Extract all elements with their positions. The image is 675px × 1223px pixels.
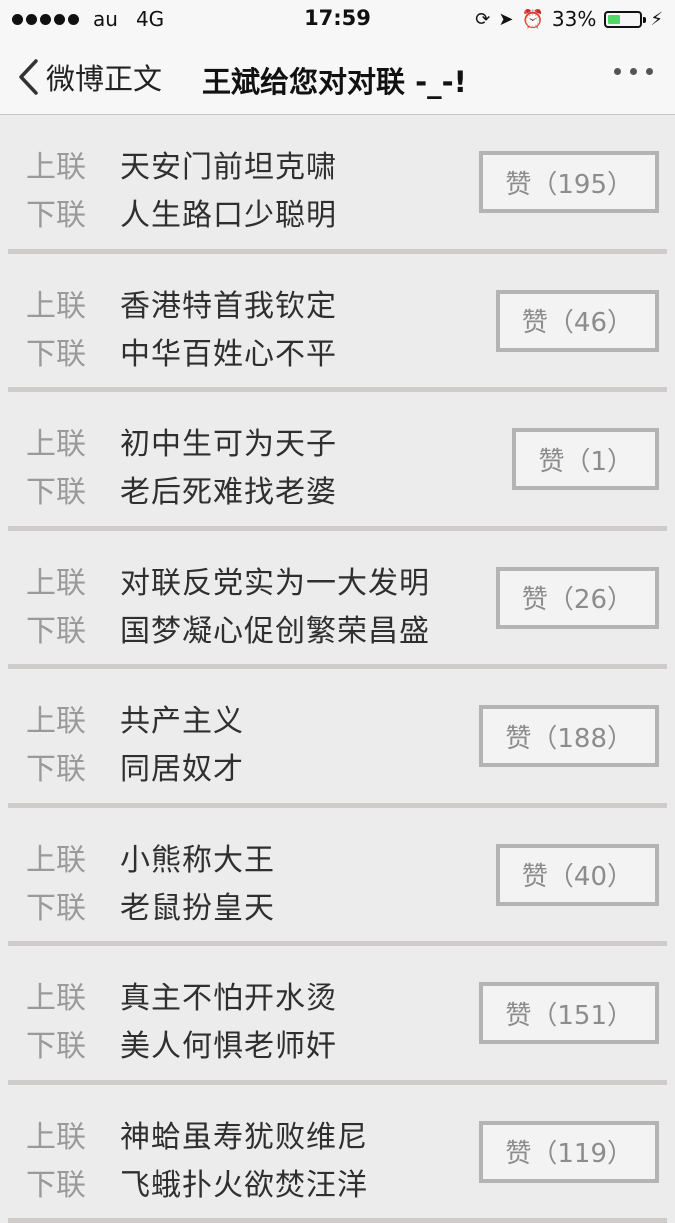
location-arrow-icon: ➤ <box>498 9 513 30</box>
back-button[interactable]: 微博正文 <box>16 56 162 98</box>
like-button[interactable]: 赞（119） <box>479 1121 659 1183</box>
lower-line: 下联飞蛾扑火欲焚汪洋 <box>26 1160 368 1204</box>
upper-line: 上联对联反党实为一大发明 <box>26 558 430 602</box>
upper-label: 上联 <box>26 835 120 879</box>
lower-label: 下联 <box>26 606 120 650</box>
lower-line: 下联中华百姓心不平 <box>26 329 337 373</box>
status-bar: au 4G 17:59 ⟳ ➤ ⏰ 33% ⚡ <box>0 0 675 38</box>
lower-label: 下联 <box>26 190 120 234</box>
upper-line: 上联神蛤虽寿犹败维尼 <box>26 1112 368 1156</box>
lower-verse: 老后死难找老婆 <box>120 467 337 511</box>
couplet-item: 上联初中生可为天子下联老后死难找老婆 赞（1） <box>8 392 667 531</box>
upper-label: 上联 <box>26 142 120 186</box>
lower-label: 下联 <box>26 744 120 788</box>
upper-label: 上联 <box>26 696 120 740</box>
couplet-item: 上联真主不怕开水烫下联美人何惧老师奸 赞（151） <box>8 946 667 1085</box>
upper-line: 上联天安门前坦克啸 <box>26 142 337 186</box>
couplet-list: 上联天安门前坦克啸下联人生路口少聪明赞（195）上联香港特首我钦定下联中华百姓心… <box>0 115 675 1223</box>
like-button[interactable]: 赞（46） <box>496 290 659 352</box>
lower-line: 下联美人何惧老师奸 <box>26 1021 337 1065</box>
charging-bolt-icon: ⚡ <box>650 9 663 30</box>
upper-verse: 香港特首我钦定 <box>120 281 337 325</box>
chevron-left-icon <box>16 58 42 96</box>
lower-verse: 同居奴才 <box>120 744 244 788</box>
upper-line: 上联香港特首我钦定 <box>26 281 337 325</box>
battery-icon <box>604 11 642 28</box>
upper-label: 上联 <box>26 558 120 602</box>
upper-label: 上联 <box>26 1112 120 1156</box>
upper-verse: 天安门前坦克啸 <box>120 142 337 186</box>
couplet-item: 上联小熊称大王下联老鼠扮皇天 赞（40） <box>8 808 667 947</box>
like-button[interactable]: 赞（195） <box>479 151 659 213</box>
lower-verse: 美人何惧老师奸 <box>120 1021 337 1065</box>
upper-verse: 小熊称大王 <box>120 835 275 879</box>
lower-verse: 人生路口少聪明 <box>120 190 337 234</box>
upper-line: 上联真主不怕开水烫 <box>26 973 337 1017</box>
upper-line: 上联初中生可为天子 <box>26 419 337 463</box>
upper-label: 上联 <box>26 281 120 325</box>
upper-verse: 神蛤虽寿犹败维尼 <box>120 1112 368 1156</box>
lower-label: 下联 <box>26 1160 120 1204</box>
navigation-bar: 微博正文 王斌给您对对联 -_-! <box>0 38 675 115</box>
like-button[interactable]: 赞（1） <box>512 428 659 490</box>
like-button[interactable]: 赞（151） <box>479 982 659 1044</box>
alarm-clock-icon: ⏰ <box>521 9 543 30</box>
battery-percent: 33% <box>552 7 596 31</box>
lower-label: 下联 <box>26 883 120 927</box>
couplet-item: 上联神蛤虽寿犹败维尼下联飞蛾扑火欲焚汪洋 赞（119） <box>8 1085 667 1223</box>
upper-verse: 对联反党实为一大发明 <box>120 558 430 602</box>
more-options-icon[interactable] <box>614 68 653 75</box>
rotation-lock-icon: ⟳ <box>475 9 490 30</box>
lower-label: 下联 <box>26 1021 120 1065</box>
upper-line: 上联小熊称大王 <box>26 835 275 879</box>
lower-verse: 飞蛾扑火欲焚汪洋 <box>120 1160 368 1204</box>
couplet-item: 上联共产主义下联同居奴才 赞（188） <box>8 669 667 808</box>
couplet-item: 上联天安门前坦克啸下联人生路口少聪明 赞（195） <box>8 115 667 254</box>
lower-label: 下联 <box>26 467 120 511</box>
lower-line: 下联同居奴才 <box>26 744 244 788</box>
lower-line: 下联老后死难找老婆 <box>26 467 337 511</box>
back-label: 微博正文 <box>46 56 162 98</box>
couplet-item: 上联对联反党实为一大发明下联国梦凝心促创繁荣昌盛 赞（26） <box>8 531 667 670</box>
lower-verse: 中华百姓心不平 <box>120 329 337 373</box>
upper-line: 上联共产主义 <box>26 696 244 740</box>
lower-line: 下联人生路口少聪明 <box>26 190 337 234</box>
lower-verse: 老鼠扮皇天 <box>120 883 275 927</box>
couplet-item: 上联香港特首我钦定下联中华百姓心不平 赞（46） <box>8 254 667 393</box>
lower-line: 下联老鼠扮皇天 <box>26 883 275 927</box>
upper-label: 上联 <box>26 419 120 463</box>
lower-verse: 国梦凝心促创繁荣昌盛 <box>120 606 430 650</box>
like-button[interactable]: 赞（26） <box>496 567 659 629</box>
lower-line: 下联国梦凝心促创繁荣昌盛 <box>26 606 430 650</box>
lower-label: 下联 <box>26 329 120 373</box>
like-button[interactable]: 赞（188） <box>479 705 659 767</box>
upper-label: 上联 <box>26 973 120 1017</box>
page-title: 王斌给您对对联 -_-! <box>202 59 467 101</box>
upper-verse: 共产主义 <box>120 696 244 740</box>
status-right: ⟳ ➤ ⏰ 33% ⚡ <box>475 7 663 31</box>
like-button[interactable]: 赞（40） <box>496 844 659 906</box>
upper-verse: 真主不怕开水烫 <box>120 973 337 1017</box>
upper-verse: 初中生可为天子 <box>120 419 337 463</box>
